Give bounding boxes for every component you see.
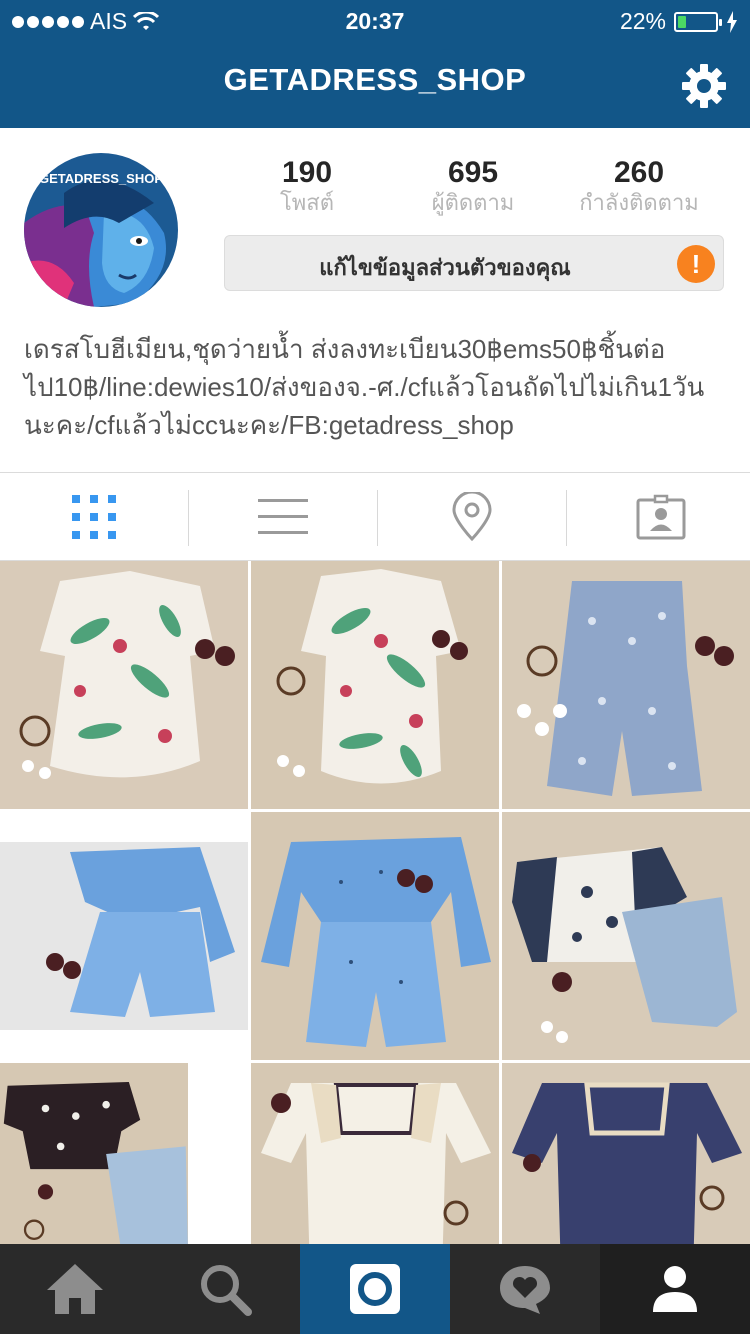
stat-posts-label: โพสต์	[279, 190, 335, 215]
photo-tile[interactable]	[502, 561, 750, 809]
battery-percent: 22%	[619, 8, 666, 34]
avatar-logo-text: GETADRESS_SHOP	[39, 171, 163, 186]
home-icon	[47, 1264, 103, 1314]
battery-icon	[674, 11, 722, 32]
stat-followers[interactable]: 695 ผู้ติดตาม	[393, 156, 553, 216]
view-tabs	[0, 474, 750, 560]
divider	[0, 472, 750, 473]
grid-icon	[72, 495, 116, 539]
photo-tile[interactable]	[251, 812, 499, 1060]
camera-icon	[350, 1264, 400, 1314]
tab-locations[interactable]	[378, 474, 566, 560]
warning-icon: !	[677, 245, 715, 283]
avatar-illustration: GETADRESS_SHOP	[24, 153, 178, 307]
stat-followers-label: ผู้ติดตาม	[431, 190, 515, 215]
stat-following-value: 260	[613, 156, 665, 189]
tab-list[interactable]	[189, 474, 377, 560]
avatar[interactable]: GETADRESS_SHOP	[24, 153, 178, 307]
nav-camera[interactable]	[300, 1244, 450, 1334]
search-icon	[201, 1265, 252, 1316]
stat-following[interactable]: 260 กำลังติดตาม	[559, 156, 719, 216]
profile-stats: 190 โพสต์ 695 ผู้ติดตาม 260 กำลังติดตาม	[224, 156, 724, 220]
top-bar: AIS 20:37 22% GETADRESS_SHOP	[0, 0, 750, 128]
tab-grid[interactable]	[0, 474, 188, 560]
charging-bolt-icon	[727, 10, 737, 33]
activity-heart-icon	[500, 1266, 550, 1314]
tab-tagged[interactable]	[567, 474, 750, 560]
nav-search[interactable]	[150, 1244, 300, 1334]
nav-profile[interactable]	[600, 1244, 750, 1334]
profile-bio: เดรสโบฮีเมียน,ชุดว่ายน้ำ ส่งลงทะเบียน30฿…	[24, 334, 705, 440]
status-bar: AIS 20:37 22%	[0, 0, 750, 40]
profile-icon	[653, 1266, 697, 1312]
page-title: GETADRESS_SHOP	[223, 62, 527, 97]
nav-home[interactable]	[0, 1244, 150, 1334]
photo-tile[interactable]	[502, 812, 750, 1060]
bottom-nav	[0, 1244, 750, 1334]
photo-tile[interactable]	[0, 561, 248, 809]
photo-tile[interactable]	[0, 812, 248, 1060]
stat-posts-value: 190	[281, 156, 333, 189]
location-pin-icon	[452, 492, 492, 542]
list-icon	[258, 499, 308, 534]
photo-tile[interactable]	[251, 561, 499, 809]
nav-activity[interactable]	[450, 1244, 600, 1334]
stat-following-label: กำลังติดตาม	[579, 190, 699, 215]
tagged-photos-icon	[636, 494, 686, 540]
edit-profile-button[interactable]: แก้ไขข้อมูลส่วนตัวของคุณ !	[224, 235, 724, 291]
gear-icon[interactable]	[680, 62, 728, 110]
stat-followers-value: 695	[447, 156, 499, 189]
photo-grid	[0, 561, 750, 1311]
edit-profile-label: แก้ไขข้อมูลส่วนตัวของคุณ	[319, 255, 571, 280]
stat-posts[interactable]: 190 โพสต์	[227, 156, 387, 216]
battery-area: 22%	[620, 8, 738, 35]
